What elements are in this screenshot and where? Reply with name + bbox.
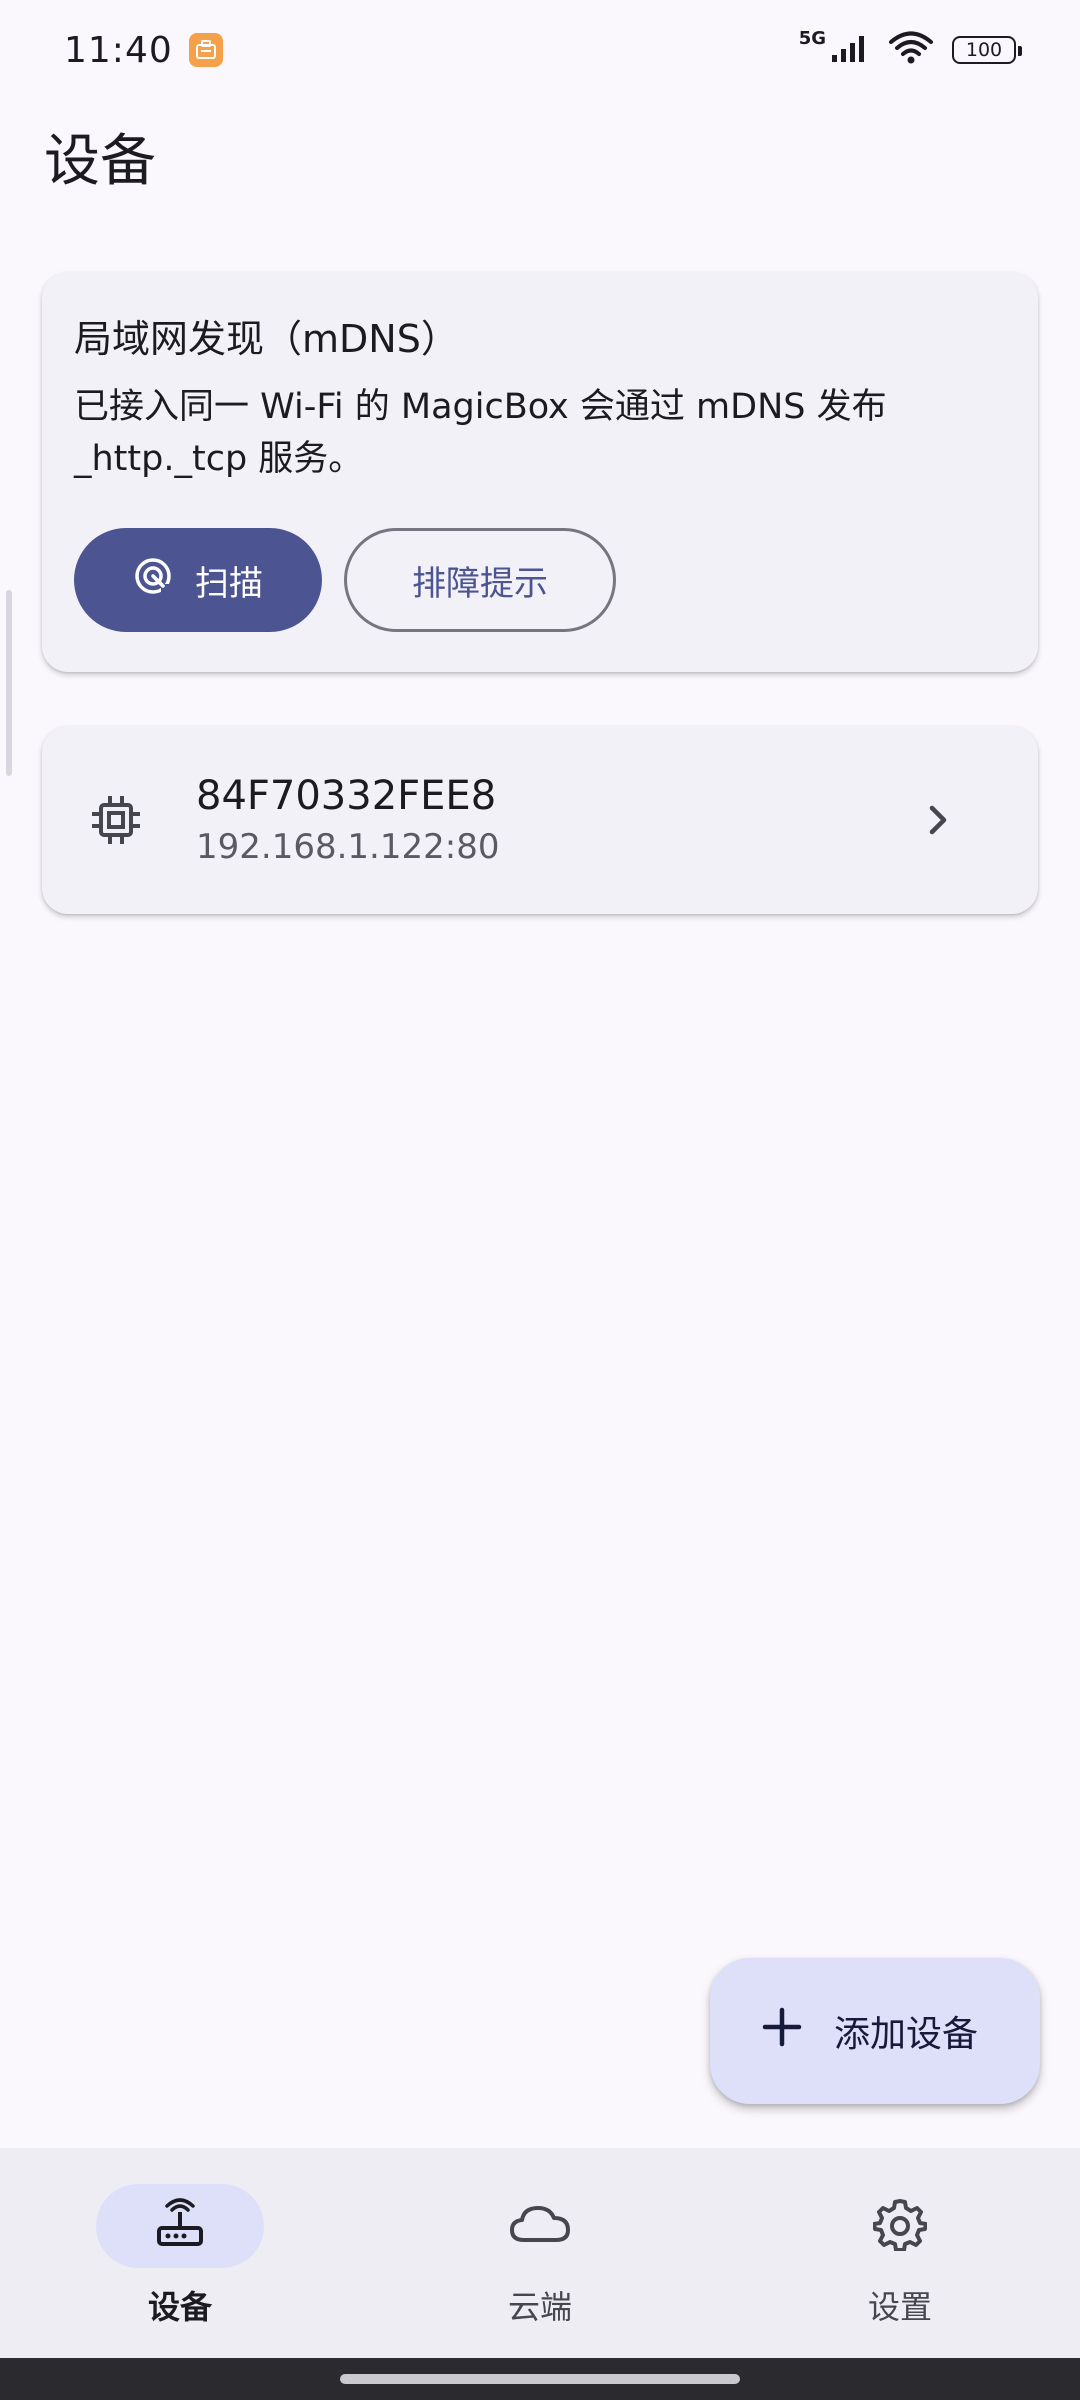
- device-info: 84F70332FEE8 192.168.1.122:80: [196, 773, 499, 867]
- nav-label-settings: 设置: [867, 2288, 932, 2326]
- add-device-fab[interactable]: 添加设备: [710, 1958, 1040, 2104]
- mdns-card-title: 局域网发现（mDNS）: [74, 317, 459, 361]
- nav-label-devices: 设备: [147, 2288, 212, 2326]
- wifi-icon: [888, 31, 934, 69]
- status-time: 11:40: [64, 29, 173, 71]
- gear-icon: [872, 2197, 928, 2255]
- device-list-item[interactable]: 84F70332FEE8 192.168.1.122:80: [42, 726, 1038, 914]
- scan-button-label: 扫描: [195, 564, 263, 603]
- system-gesture-area: [0, 2358, 1080, 2400]
- radar-icon: [133, 556, 173, 605]
- nav-label-cloud: 云端: [507, 2288, 572, 2326]
- add-device-label: 添加设备: [834, 2014, 979, 2055]
- network-type: 5G: [798, 27, 826, 49]
- scroll-indicator[interactable]: [6, 590, 12, 776]
- mdns-card-actions: 扫描 排障提示: [74, 528, 616, 632]
- mdns-card-description: 已接入同一 Wi-Fi 的 MagicBox 会通过 mDNS 发布 _http…: [74, 387, 887, 479]
- router-icon: [154, 2198, 206, 2254]
- tips-button-label: 排障提示: [412, 564, 548, 603]
- cloud-icon: [508, 2200, 572, 2252]
- device-name: 84F70332FEE8: [196, 773, 497, 819]
- gesture-handle[interactable]: [340, 2374, 740, 2384]
- status-bar: 11:40 5G 100: [0, 0, 1080, 100]
- plus-icon: [762, 2007, 802, 2056]
- device-address: 192.168.1.122:80: [196, 827, 500, 867]
- signal-icon: [830, 33, 870, 67]
- nav-item-cloud[interactable]: 云端: [390, 2148, 690, 2328]
- scan-button[interactable]: 扫描: [74, 528, 322, 632]
- app-notification-icon: [188, 33, 223, 67]
- chip-icon: [88, 792, 144, 848]
- mdns-discovery-card: 局域网发现（mDNS） 已接入同一 Wi-Fi 的 MagicBox 会通过 m…: [42, 272, 1038, 672]
- bottom-navigation: 设备 云端 设置: [0, 2148, 1080, 2358]
- nav-active-indicator: [96, 2184, 264, 2268]
- battery-icon: 100: [952, 36, 1022, 64]
- status-indicators: 5G 100: [798, 27, 1022, 69]
- chevron-right-icon: [918, 800, 958, 840]
- nav-item-devices[interactable]: 设备: [30, 2148, 330, 2328]
- page-title: 设备: [44, 129, 156, 194]
- troubleshooting-tips-button[interactable]: 排障提示: [344, 528, 616, 632]
- nav-item-settings[interactable]: 设置: [750, 2148, 1050, 2328]
